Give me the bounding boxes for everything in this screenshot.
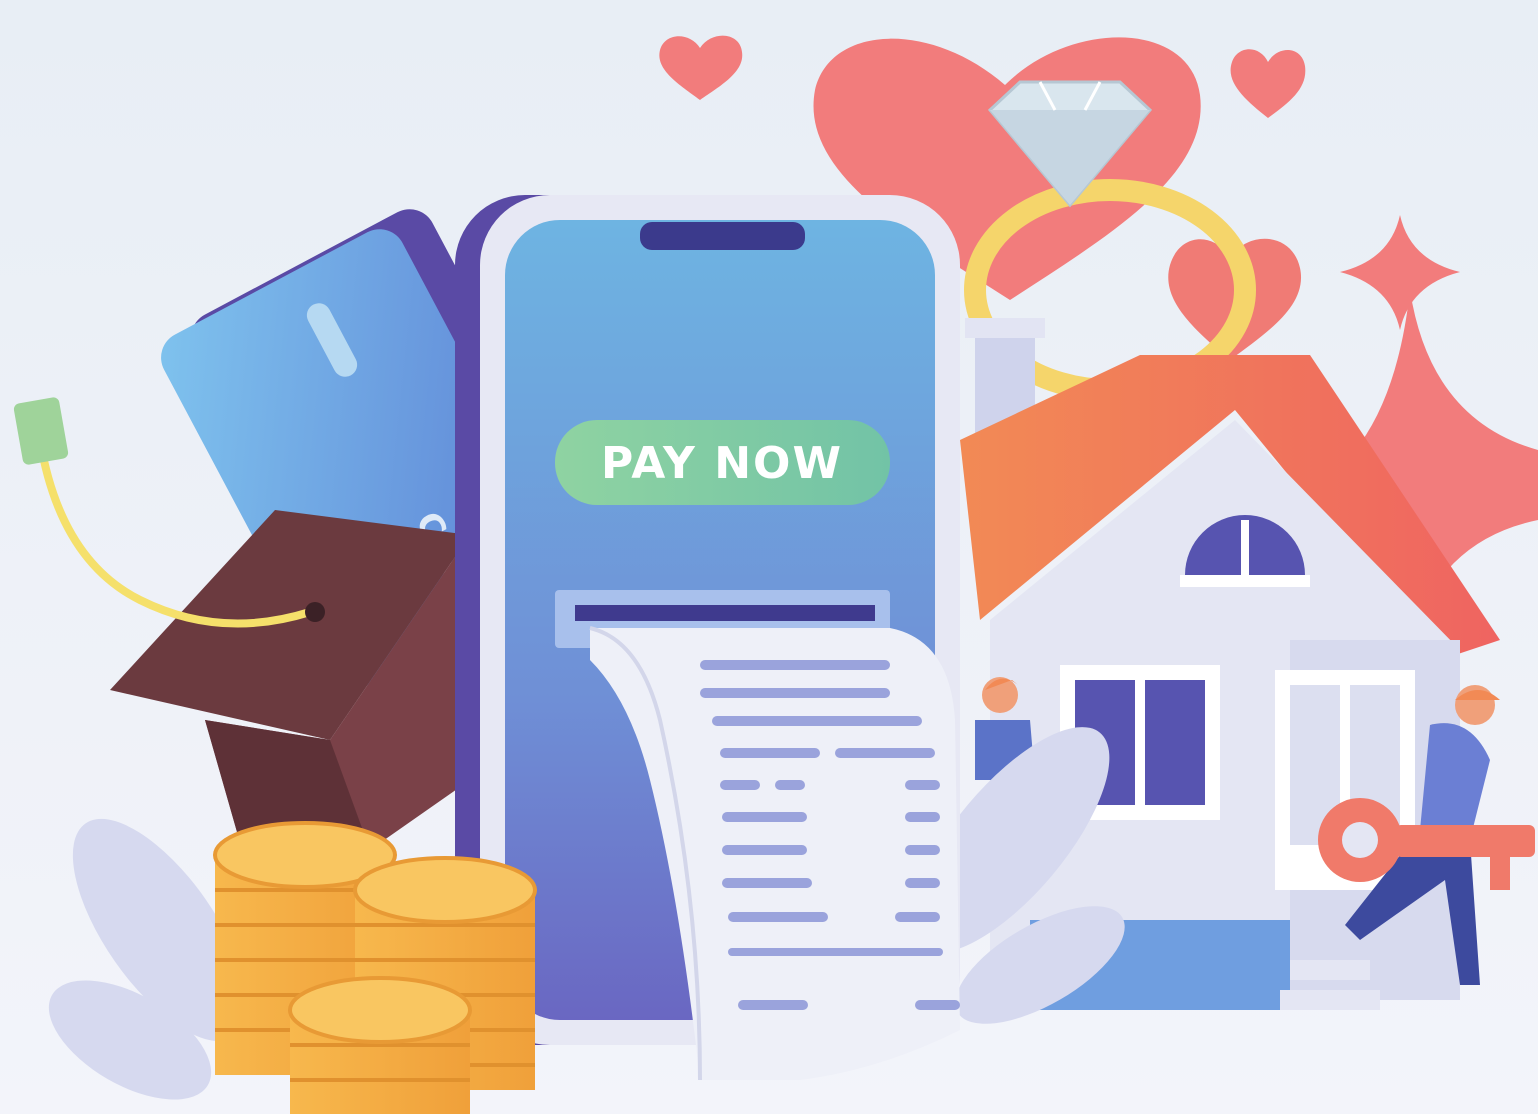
finance-illustration: CRE PAY NOW [0, 0, 1538, 1114]
pay-now-label: PAY NOW [601, 438, 843, 489]
gold-coins-icon [213, 821, 537, 1114]
pay-now-button[interactable]: PAY NOW [555, 420, 890, 505]
